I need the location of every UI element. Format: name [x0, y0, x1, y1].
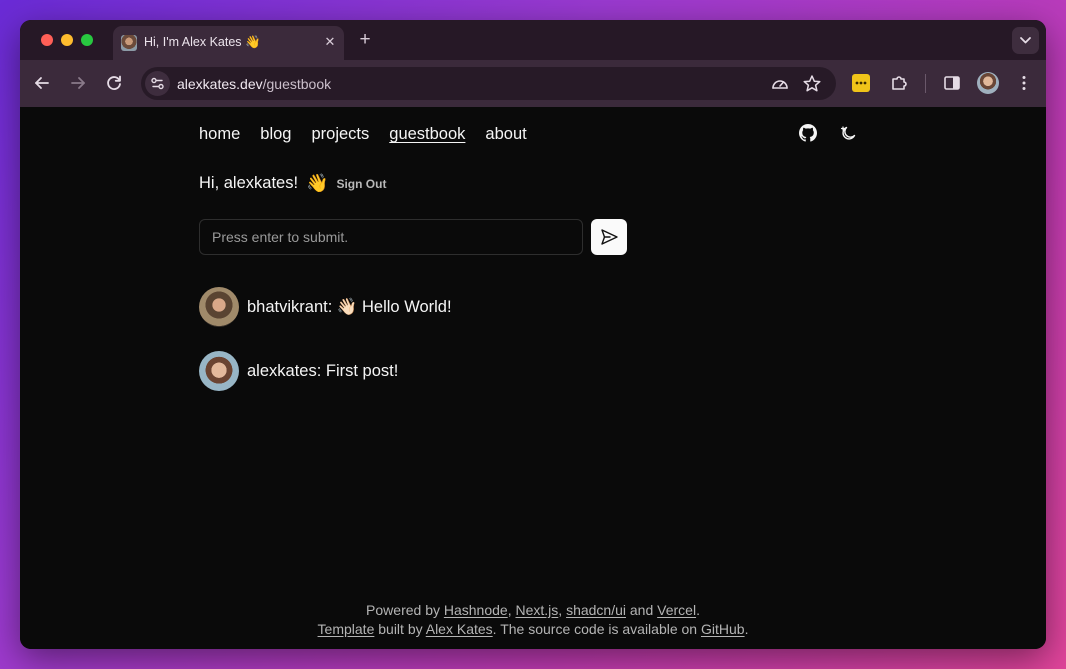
theme-toggle-icon[interactable]	[840, 124, 858, 142]
footer-text: .	[696, 602, 700, 618]
site-info-button[interactable]	[145, 71, 170, 96]
greeting-text: Hi, alexkates!	[199, 174, 299, 192]
extensions-puzzle-icon[interactable]	[888, 72, 910, 94]
back-button[interactable]	[31, 72, 53, 94]
footer-text: . The source code is available on	[492, 621, 701, 637]
reload-icon	[107, 75, 121, 90]
arrow-right-icon	[71, 77, 85, 89]
send-icon	[601, 229, 618, 245]
nav-about-link[interactable]: about	[485, 124, 526, 144]
author-link[interactable]: Alex Kates	[426, 621, 493, 637]
performance-icon[interactable]	[769, 73, 791, 95]
browser-tab[interactable]: Hi, I'm Alex Kates 👋 ✕	[113, 26, 344, 60]
toolbar-divider	[925, 74, 926, 93]
footer-text: built by	[374, 621, 426, 637]
minimize-window-button[interactable]	[61, 34, 73, 46]
url-text: alexkates.dev/guestbook	[177, 76, 331, 92]
footer: Powered by Hashnode, Next.js, shadcn/ui …	[20, 601, 1046, 639]
footer-text: Powered by	[366, 602, 444, 618]
side-panel-icon[interactable]	[941, 72, 963, 94]
chevron-down-icon	[1020, 37, 1031, 44]
vercel-link[interactable]: Vercel	[657, 602, 696, 618]
shadcn-link[interactable]: shadcn/ui	[566, 602, 626, 618]
extension-icon[interactable]	[852, 74, 870, 92]
reload-button[interactable]	[103, 72, 125, 94]
bookmark-star-icon[interactable]	[801, 73, 823, 95]
browser-toolbar: alexkates.dev/guestbook	[20, 60, 1046, 107]
entry-text: bhatvikrant: 👋🏻 Hello World!	[247, 297, 452, 316]
nextjs-link[interactable]: Next.js	[515, 602, 558, 618]
browser-window: Hi, I'm Alex Kates 👋 ✕ + alexkates.dev/g…	[20, 20, 1046, 649]
kebab-menu-icon[interactable]	[1013, 72, 1035, 94]
submit-button[interactable]	[591, 219, 627, 255]
close-window-button[interactable]	[41, 34, 53, 46]
page-content: home blog projects guestbook about Hi, a…	[20, 107, 1046, 649]
nav-home-link[interactable]: home	[199, 124, 240, 144]
guestbook-entry: bhatvikrant: 👋🏻 Hello World!	[199, 287, 452, 327]
footer-text: ,	[558, 602, 567, 618]
github-icon[interactable]	[799, 124, 817, 142]
footer-line-powered: Powered by Hashnode, Next.js, shadcn/ui …	[20, 601, 1046, 620]
profile-avatar[interactable]	[977, 72, 999, 94]
tab-strip: Hi, I'm Alex Kates 👋 ✕ +	[20, 20, 1046, 60]
sign-out-button[interactable]: Sign Out	[336, 177, 386, 191]
avatar	[199, 351, 239, 391]
tab-close-icon[interactable]: ✕	[321, 33, 339, 51]
footer-line-credits: Template built by Alex Kates. The source…	[20, 620, 1046, 639]
greeting-row: Hi, alexkates! 👋 Sign Out	[199, 173, 386, 194]
nav-blog-link[interactable]: blog	[260, 124, 291, 144]
avatar	[199, 287, 239, 327]
template-link[interactable]: Template	[318, 621, 375, 637]
arrow-left-icon	[35, 77, 49, 89]
nav-projects-link[interactable]: projects	[311, 124, 369, 144]
tab-search-button[interactable]	[1012, 27, 1039, 54]
entry-text: alexkates: First post!	[247, 361, 399, 380]
zoom-window-button[interactable]	[81, 34, 93, 46]
tab-title: Hi, I'm Alex Kates 👋	[144, 35, 261, 49]
forward-button[interactable]	[67, 72, 89, 94]
site-settings-icon	[151, 77, 164, 90]
favicon-icon	[121, 35, 137, 51]
guestbook-message-input[interactable]	[199, 219, 583, 255]
guestbook-entry: alexkates: First post!	[199, 351, 398, 391]
wave-emoji: 👋	[306, 173, 329, 193]
nav-guestbook-link[interactable]: guestbook	[389, 124, 465, 144]
footer-text: and	[626, 602, 658, 618]
site-nav: home blog projects guestbook about	[199, 124, 527, 144]
new-tab-button[interactable]: +	[354, 29, 376, 51]
hashnode-link[interactable]: Hashnode	[444, 602, 508, 618]
footer-text: .	[744, 621, 749, 637]
url-path: /guestbook	[262, 76, 332, 92]
github-link[interactable]: GitHub	[701, 621, 745, 637]
url-domain: alexkates.dev	[177, 76, 263, 92]
address-bar[interactable]: alexkates.dev/guestbook	[141, 67, 836, 100]
